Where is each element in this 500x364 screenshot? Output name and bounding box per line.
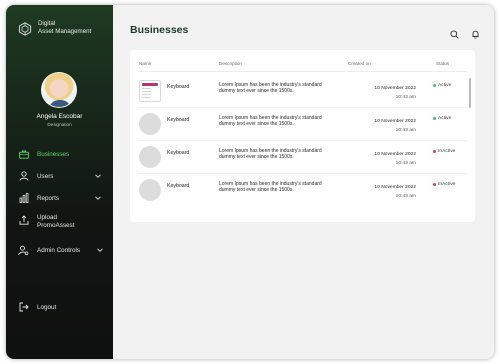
row-divider (138, 140, 467, 141)
header-actions (450, 26, 480, 39)
row-description: Lorem Ipsum has been the industry's stan… (219, 148, 322, 160)
row-name: Keyboard (167, 150, 190, 156)
status-badge: InActive (433, 182, 455, 187)
row-thumbnail-placeholder (139, 113, 161, 135)
row-description: Lorem Ipsum has been the industry's stan… (219, 181, 322, 193)
logout-button[interactable]: Logout (18, 301, 56, 313)
row-time: 10:43 am (395, 95, 416, 100)
page-title: Businesses (130, 24, 189, 36)
status-badge: Active (433, 116, 451, 121)
table-row[interactable]: Keyboard Lorem Ipsum has been the indust… (130, 109, 475, 141)
brand-name-line2: Asset Management (38, 27, 92, 35)
table-row[interactable]: Keyboard Lorem Ipsum has been the indust… (130, 175, 475, 207)
table-header: Name Description Created on Status (130, 61, 475, 69)
user-icon (18, 171, 29, 182)
upload-icon (18, 214, 29, 225)
notification-bell-icon[interactable] (471, 26, 480, 39)
chevron-down-icon[interactable] (94, 194, 102, 202)
row-description: Lorem Ipsum has been the industry's stan… (219, 115, 322, 127)
briefcase-icon (18, 149, 29, 160)
row-created-on: 10 November 2022 10:43 am (341, 183, 416, 201)
status-label: Active (438, 83, 452, 88)
sidebar-item-label: Users (37, 172, 54, 180)
row-date: 10 November 2022 (374, 86, 416, 91)
sidebar-item-label: Businesses (37, 150, 70, 158)
status-dot (433, 183, 436, 186)
sidebar-item-admin-controls[interactable]: Admin Controls (18, 244, 110, 256)
row-name: Keyboard (167, 183, 190, 189)
status-badge: Active (433, 83, 451, 88)
sidebar: Digital Asset Management Angela Escobar … (6, 5, 113, 359)
row-thumbnail-placeholder (139, 179, 161, 201)
row-thumbnail (139, 80, 161, 102)
search-icon[interactable] (450, 26, 459, 39)
main-content: Businesses Name Description Created on S… (113, 5, 494, 359)
sidebar-item-upload-promoassest[interactable]: Upload PromoAssest (18, 214, 110, 234)
user-role: Designation (47, 122, 72, 127)
status-label: Active (438, 116, 452, 121)
status-dot (433, 117, 436, 120)
user-name: Angela Escobar (36, 113, 83, 120)
logout-icon (18, 302, 29, 313)
column-header-created-on[interactable]: Created on (348, 61, 371, 66)
status-dot (433, 150, 436, 153)
row-created-on: 10 November 2022 10:43 am (341, 150, 416, 168)
table-row[interactable]: Keyboard Lorem Ipsum has been the indust… (130, 76, 475, 108)
sidebar-item-label: Reports (37, 194, 60, 202)
chevron-down-icon[interactable] (94, 172, 102, 180)
row-date: 10 November 2022 (374, 152, 416, 157)
sidebar-nav: Businesses Users Reports Upload PromoAss… (18, 148, 110, 266)
row-name: Keyboard (167, 117, 190, 123)
row-time: 10:43 am (395, 161, 416, 166)
row-divider (138, 107, 467, 108)
column-header-status[interactable]: Status (436, 61, 449, 66)
row-name: Keyboard (167, 84, 190, 90)
row-time: 10:43 am (395, 128, 416, 133)
sidebar-item-businesses[interactable]: Businesses (18, 148, 110, 160)
row-date: 10 November 2022 (374, 185, 416, 190)
row-time: 10:43 am (395, 194, 416, 199)
row-divider (138, 173, 467, 174)
brand: Digital Asset Management (18, 20, 108, 36)
sidebar-item-label: Admin Controls (37, 246, 81, 254)
sidebar-item-label: Upload PromoAssest (37, 214, 75, 229)
bar-chart-icon (18, 193, 29, 204)
avatar[interactable] (41, 72, 77, 108)
app-window: Digital Asset Management Angela Escobar … (6, 5, 494, 359)
header-divider (138, 71, 467, 72)
column-header-name[interactable]: Name (139, 61, 151, 66)
status-label: InActive (438, 182, 456, 187)
logout-label: Logout (37, 303, 57, 311)
brand-name-line1: Digital (38, 20, 56, 27)
admin-gear-icon (18, 245, 29, 256)
row-thumbnail-placeholder (139, 146, 161, 168)
row-description: Lorem Ipsum has been the industry's stan… (219, 82, 322, 94)
status-badge: InActive (433, 149, 455, 154)
row-date: 10 November 2022 (374, 119, 416, 124)
table-row[interactable]: Keyboard Lorem Ipsum has been the indust… (130, 142, 475, 174)
row-created-on: 10 November 2022 10:43 am (341, 84, 416, 102)
row-created-on: 10 November 2022 10:43 am (341, 117, 416, 135)
chevron-down-icon[interactable] (96, 246, 104, 254)
status-dot (433, 84, 436, 87)
sidebar-item-reports[interactable]: Reports (18, 192, 110, 204)
businesses-table-card: Name Description Created on Status Keybo… (130, 50, 475, 222)
status-label: InActive (438, 149, 456, 154)
brand-logo-icon (18, 22, 32, 36)
sidebar-item-users[interactable]: Users (18, 170, 110, 182)
column-header-description[interactable]: Description (219, 61, 242, 66)
